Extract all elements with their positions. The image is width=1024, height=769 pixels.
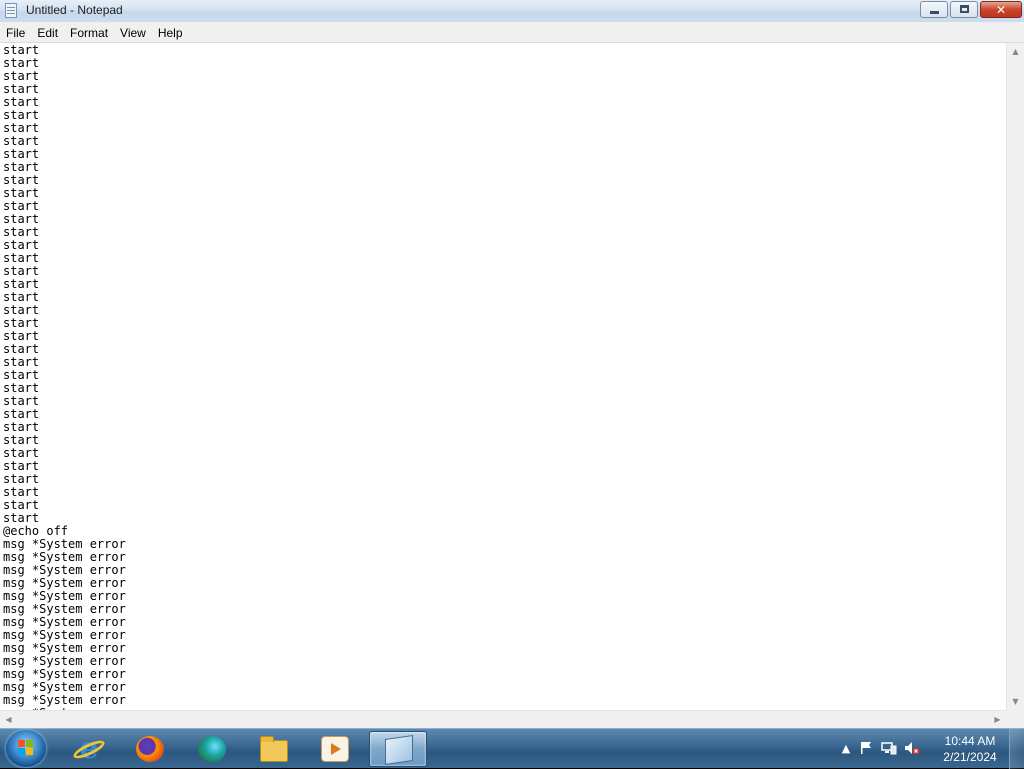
menu-format[interactable]: Format bbox=[64, 23, 114, 42]
taskbar-edge[interactable] bbox=[183, 731, 241, 767]
taskbar-firefox[interactable] bbox=[121, 731, 179, 767]
taskbar-notepad[interactable] bbox=[369, 731, 427, 767]
scroll-left-icon[interactable]: ◀ bbox=[0, 711, 17, 728]
scroll-up-icon[interactable]: ▲ bbox=[1007, 43, 1024, 60]
action-center-flag-icon[interactable] bbox=[858, 741, 874, 757]
restore-icon bbox=[960, 5, 969, 13]
maximize-button[interactable] bbox=[950, 1, 978, 18]
scrollbar-corner bbox=[1006, 710, 1024, 728]
window-title: Untitled - Notepad bbox=[26, 3, 123, 17]
clock-time: 10:44 AM bbox=[944, 734, 996, 748]
start-button[interactable] bbox=[6, 730, 46, 767]
text-editor-area[interactable]: start start start start start start star… bbox=[0, 43, 1006, 710]
close-icon: ✕ bbox=[995, 3, 1007, 17]
title-bar[interactable]: Untitled - Notepad ✕ bbox=[0, 0, 1024, 23]
menu-help[interactable]: Help bbox=[152, 23, 189, 42]
document-text[interactable]: start start start start start start star… bbox=[3, 43, 126, 711]
taskbar-media-player[interactable] bbox=[306, 731, 364, 767]
menu-edit[interactable]: Edit bbox=[31, 23, 64, 42]
window-controls: ✕ bbox=[918, 1, 1022, 18]
taskbar: e ▲ 10:44 AM 2/21/2024 bbox=[0, 728, 1024, 769]
windows-logo-icon bbox=[18, 740, 34, 756]
network-icon[interactable] bbox=[881, 741, 897, 757]
media-player-icon bbox=[321, 736, 349, 762]
clock-date: 2/21/2024 bbox=[943, 750, 997, 764]
show-desktop-button[interactable] bbox=[1009, 729, 1024, 769]
minimize-button[interactable] bbox=[920, 1, 948, 18]
volume-muted-icon[interactable] bbox=[904, 741, 920, 757]
notepad-icon bbox=[385, 735, 413, 765]
notepad-app-icon[interactable] bbox=[5, 3, 17, 18]
close-button[interactable]: ✕ bbox=[980, 1, 1022, 18]
menu-view[interactable]: View bbox=[114, 23, 152, 42]
firefox-icon bbox=[136, 736, 164, 762]
show-hidden-icons-chevron-icon[interactable]: ▲ bbox=[838, 741, 854, 757]
taskbar-internet-explorer[interactable]: e bbox=[60, 731, 118, 767]
vertical-scrollbar[interactable]: ▲ ▼ bbox=[1006, 43, 1024, 710]
menu-bar: File Edit Format View Help bbox=[0, 22, 1024, 43]
internet-explorer-icon: e bbox=[71, 734, 107, 764]
system-tray: ▲ 10:44 AM 2/21/2024 bbox=[834, 729, 1024, 769]
scroll-right-icon[interactable]: ▶ bbox=[989, 711, 1006, 728]
taskbar-file-explorer[interactable] bbox=[245, 731, 303, 767]
menu-file[interactable]: File bbox=[0, 23, 31, 42]
scroll-down-icon[interactable]: ▼ bbox=[1007, 693, 1024, 710]
clock[interactable]: 10:44 AM 2/21/2024 bbox=[940, 733, 1000, 765]
minimize-icon bbox=[930, 11, 939, 14]
edge-icon bbox=[198, 736, 226, 762]
horizontal-scrollbar[interactable]: ◀ ▶ bbox=[0, 710, 1006, 728]
file-explorer-icon bbox=[260, 736, 288, 762]
notepad-window: Untitled - Notepad ✕ File Edit Format View H… bbox=[0, 0, 1024, 728]
